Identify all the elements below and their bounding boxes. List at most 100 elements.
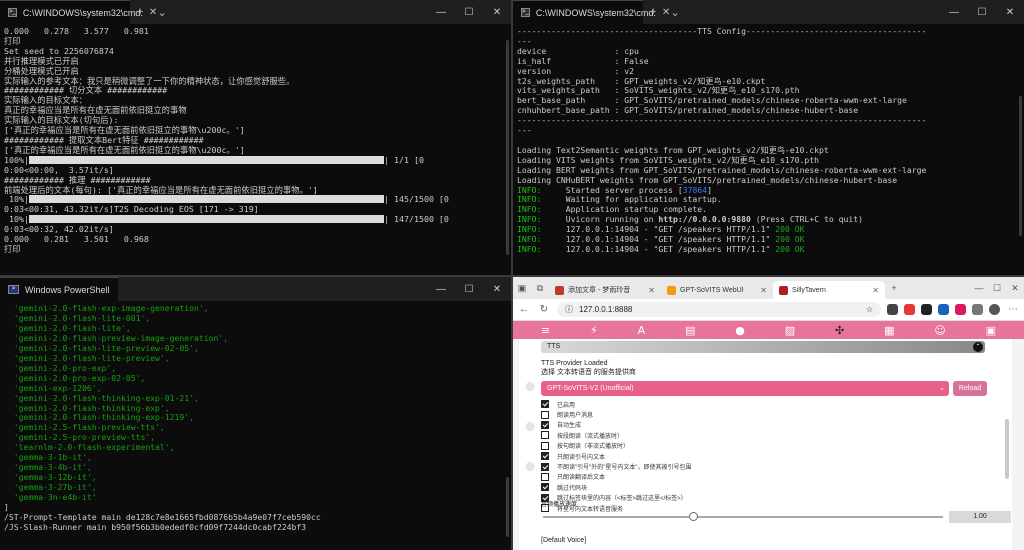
workspaces-icon[interactable]: ▣	[513, 283, 531, 294]
tab-actions-icon[interactable]: ⧉	[531, 283, 549, 294]
minimize-button[interactable]: —	[427, 284, 455, 295]
minimize-button[interactable]: —	[970, 283, 988, 294]
extension-icon[interactable]	[887, 304, 898, 315]
close-button[interactable]: ✕	[1006, 283, 1024, 294]
checkbox[interactable]	[541, 410, 549, 419]
progress-prefix: 100%|	[4, 154, 29, 165]
tts-option[interactable]: 自动生成	[541, 420, 1011, 430]
font-icon[interactable]: A	[638, 324, 646, 337]
tts-option[interactable]: 只朗读翻译后文本	[541, 472, 1011, 482]
tts-options-list: 已启用 朗读用户消息 自动生成 按段朗读（流式播放时） 按句朗读（非流式播放时）…	[541, 399, 1011, 513]
tts-option[interactable]: 已启用	[541, 399, 1011, 409]
checkbox[interactable]	[541, 400, 549, 409]
terminal-tab[interactable]: >_ C:\WINDOWS\system32\cmd. ✕	[0, 0, 157, 24]
terminal-tab[interactable]: >_ C:\WINDOWS\system32\cmd. ✕	[513, 0, 670, 24]
info-text: Uvicorn running on	[541, 214, 659, 225]
close-icon[interactable]: ✕	[648, 286, 655, 295]
checkbox[interactable]	[541, 472, 549, 481]
chevron-up-icon[interactable]: ⌃	[973, 342, 983, 352]
request-text: 127.0.0.1:14904 - "GET /speakers HTTP/1.…	[541, 243, 776, 254]
chevron-down-icon[interactable]: ⌄	[150, 6, 173, 19]
panel-icon[interactable]: ▦	[884, 324, 894, 337]
new-tab-button[interactable]: +	[130, 6, 150, 18]
image-icon[interactable]: ▨	[785, 324, 795, 337]
checkbox[interactable]	[541, 420, 549, 429]
tts-option[interactable]: 不朗读"引号"外的"星号内文本"，即使其被引号包围	[541, 461, 1011, 471]
checkbox[interactable]	[541, 441, 549, 450]
close-button[interactable]: ✕	[483, 7, 511, 18]
pane-divider[interactable]	[0, 275, 1024, 277]
browser-tabbar: ▣ ⧉ 添加文章 - 梦雨玲音 ✕ GPT-SoVITS WebUI ✕ Sil…	[513, 277, 1024, 299]
extension-icon[interactable]	[921, 304, 932, 315]
server-url[interactable]: http://0.0.0.0:9880	[658, 214, 751, 224]
avatar[interactable]	[989, 304, 1000, 315]
extensions-icon[interactable]: ✣	[835, 324, 844, 337]
cmd-window-left: >_ C:\WINDOWS\system32\cmd. ✕ + ⌄ — ☐ ✕ …	[0, 0, 511, 275]
id-card-icon[interactable]: ▣	[986, 324, 996, 337]
minimize-button[interactable]: —	[427, 7, 455, 18]
address-bar[interactable]: ⓘ 127.0.0.1:8888 ☆	[557, 302, 881, 317]
extension-icon[interactable]	[972, 304, 983, 315]
tts-option[interactable]: 跳过代码块	[541, 482, 1011, 492]
smile-icon[interactable]: ☺	[934, 324, 945, 337]
scrollbar[interactable]	[506, 40, 509, 255]
maximize-button[interactable]: ☐	[988, 283, 1006, 294]
option-label: 已启用	[557, 402, 576, 409]
extension-icon[interactable]	[904, 304, 915, 315]
checkbox[interactable]	[541, 452, 549, 461]
tts-option[interactable]: 将星号内文本转语音服务	[541, 503, 1011, 513]
back-icon[interactable]: ←	[517, 304, 531, 315]
plug-icon[interactable]: ⚡	[590, 324, 598, 337]
tts-option[interactable]: 只朗读引号内文本	[541, 451, 1011, 461]
info-icon[interactable]: ⓘ	[565, 304, 573, 315]
tts-drawer-header[interactable]: TTS ⌃	[541, 341, 985, 353]
speed-value-input[interactable]: 1.00	[949, 511, 1011, 523]
user-icon[interactable]: ●	[735, 324, 745, 337]
status-ok: 200 OK	[775, 243, 805, 254]
close-button[interactable]: ✕	[483, 284, 511, 295]
minimize-button[interactable]: —	[940, 7, 968, 18]
ghost-icon: ⬤	[525, 381, 536, 391]
close-button[interactable]: ✕	[996, 7, 1024, 18]
scrollbar[interactable]	[1005, 419, 1009, 479]
tts-option[interactable]: 朗读用户消息	[541, 409, 1011, 419]
tts-option[interactable]: 跳过标签块里的内容（<标签>跳过这里</标签>）	[541, 493, 1011, 503]
settings-sliders-icon[interactable]: ≡	[541, 324, 550, 337]
book-icon[interactable]: ▤	[685, 324, 695, 337]
speed-slider[interactable]	[543, 512, 943, 521]
favicon-icon	[555, 285, 564, 295]
url-text: 127.0.0.1:8888	[579, 305, 633, 314]
maximize-button[interactable]: ☐	[968, 7, 996, 18]
new-tab-button[interactable]: +	[643, 6, 663, 18]
reload-button[interactable]: Reload	[953, 381, 987, 396]
chevron-down-icon[interactable]: ⌄	[663, 6, 686, 19]
extension-icon[interactable]	[938, 304, 949, 315]
browser-tab[interactable]: GPT-SoVITS WebUI ✕	[661, 281, 773, 299]
tab-title: C:\WINDOWS\system32\cmd.	[22, 7, 143, 18]
progress-suffix: | 1/1 [0	[383, 154, 424, 165]
refresh-icon[interactable]: ↻	[537, 304, 551, 315]
close-icon[interactable]: ✕	[760, 286, 767, 295]
window-controls: — ☐ ✕	[970, 283, 1024, 294]
close-icon[interactable]: ✕	[872, 286, 879, 295]
status-ok: 200 OK	[775, 224, 805, 235]
maximize-button[interactable]: ☐	[455, 284, 483, 295]
favorite-icon[interactable]: ☆	[866, 305, 873, 314]
maximize-button[interactable]: ☐	[455, 7, 483, 18]
tts-option[interactable]: 按段朗读（流式播放时）	[541, 430, 1011, 440]
terminal-tab[interactable]: > Windows PowerShell	[0, 277, 118, 301]
scrollbar[interactable]	[506, 477, 509, 537]
slider-handle[interactable]	[689, 512, 698, 521]
repo-line: /JS-Slash-Runner main b950f56b3b0ededf0c…	[4, 521, 307, 532]
checkbox[interactable]	[541, 462, 549, 471]
checkbox[interactable]	[541, 431, 549, 440]
browser-tab-active[interactable]: SillyTavern ✕	[773, 281, 885, 299]
scrollbar[interactable]	[1019, 96, 1022, 236]
extension-icon[interactable]	[955, 304, 966, 315]
provider-select[interactable]: GPT-SoVITS-V2 (Unofficial) ⌄	[541, 381, 949, 396]
new-tab-button[interactable]: +	[885, 283, 903, 293]
tts-option[interactable]: 按句朗读（非流式播放时）	[541, 441, 1011, 451]
more-icon[interactable]: ⋯	[1006, 304, 1020, 315]
checkbox[interactable]	[541, 483, 549, 492]
browser-tab[interactable]: 添加文章 - 梦雨玲音 ✕	[549, 281, 661, 299]
